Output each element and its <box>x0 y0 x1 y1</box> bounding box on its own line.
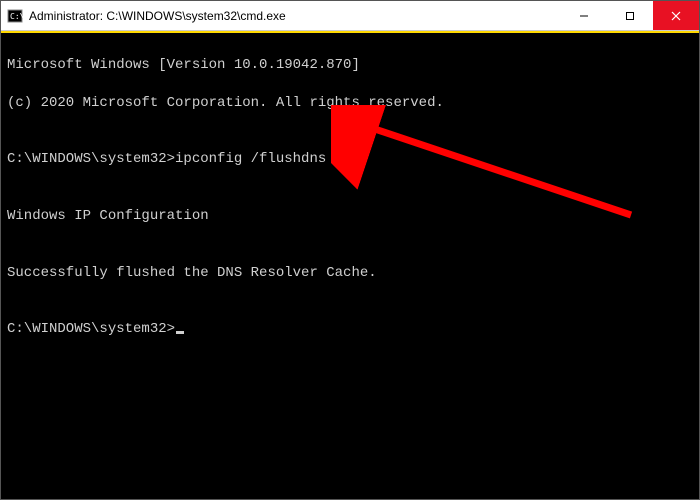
typed-command: ipconfig /flushdns <box>175 151 326 167</box>
cursor <box>176 331 184 334</box>
copyright-line: (c) 2020 Microsoft Corporation. All righ… <box>7 94 693 113</box>
flush-result: Successfully flushed the DNS Resolver Ca… <box>7 264 693 283</box>
prompt-path: C:\WINDOWS\system32> <box>7 151 175 167</box>
close-button[interactable] <box>653 1 699 30</box>
prompt-line-1: C:\WINDOWS\system32>ipconfig /flushdns <box>7 150 693 169</box>
titlebar[interactable]: C:\ Administrator: C:\WINDOWS\system32\c… <box>1 1 699 31</box>
version-line: Microsoft Windows [Version 10.0.19042.87… <box>7 56 693 75</box>
prompt-path: C:\WINDOWS\system32> <box>7 321 175 337</box>
prompt-line-2: C:\WINDOWS\system32> <box>7 320 693 339</box>
maximize-button[interactable] <box>607 1 653 30</box>
cmd-window: C:\ Administrator: C:\WINDOWS\system32\c… <box>0 0 700 500</box>
minimize-button[interactable] <box>561 1 607 30</box>
cmd-icon: C:\ <box>7 8 23 24</box>
window-title: Administrator: C:\WINDOWS\system32\cmd.e… <box>29 9 561 23</box>
ipconfig-header: Windows IP Configuration <box>7 207 693 226</box>
terminal-output[interactable]: Microsoft Windows [Version 10.0.19042.87… <box>1 33 699 499</box>
svg-text:C:\: C:\ <box>10 12 23 21</box>
window-controls <box>561 1 699 30</box>
